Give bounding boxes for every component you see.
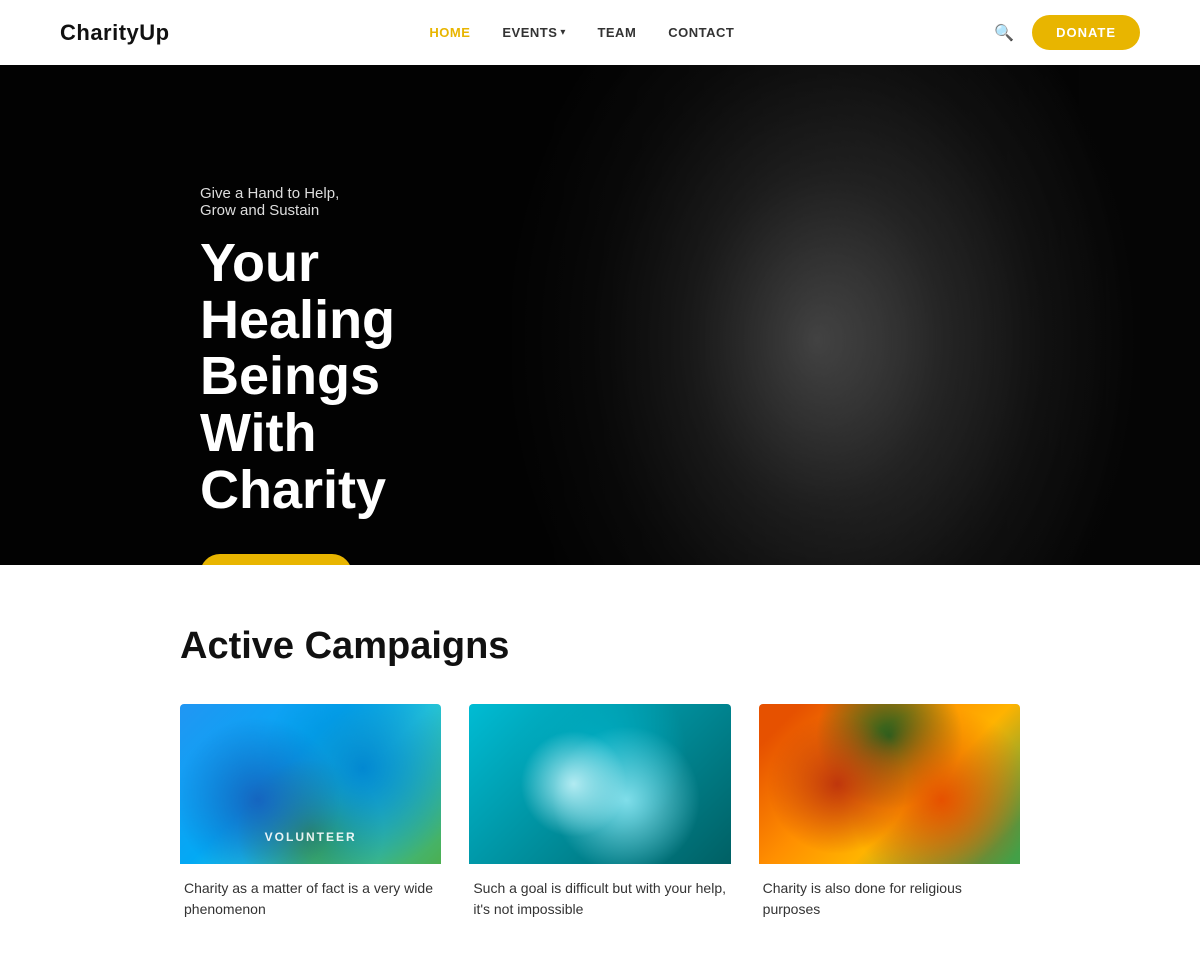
nav-link-contact[interactable]: CONTACT	[668, 25, 734, 40]
nav-item-contact[interactable]: CONTACT	[668, 24, 734, 42]
nav-item-team[interactable]: TEAM	[597, 24, 636, 42]
hero-content: Give a Hand to Help, Grow and Sustain Yo…	[0, 65, 560, 565]
nav-link-home[interactable]: HOME	[429, 25, 470, 40]
nav-item-events[interactable]: EVENTS ▾	[502, 25, 565, 40]
hero-title: Your Healing Beings With Charity	[200, 235, 360, 518]
navbar: CharityUp HOME EVENTS ▾ TEAM CONTACT 🔍 D…	[0, 0, 1200, 65]
campaign-image-3	[759, 704, 1020, 864]
campaign-desc-3: Charity is also done for religious purpo…	[763, 878, 1016, 920]
chevron-down-icon: ▾	[560, 27, 565, 38]
campaign-card-3[interactable]: Charity is also done for religious purpo…	[759, 704, 1020, 926]
nav-item-home[interactable]: HOME	[429, 24, 470, 42]
campaigns-grid: Charity as a matter of fact is a very wi…	[180, 704, 1020, 926]
campaign-image-2	[469, 704, 730, 864]
hero-section: Give a Hand to Help, Grow and Sustain Yo…	[0, 65, 1200, 565]
campaigns-title: Active Campaigns	[180, 625, 1020, 668]
nav-menu: HOME EVENTS ▾ TEAM CONTACT	[429, 24, 734, 42]
campaign-text-2: Such a goal is difficult but with your h…	[469, 864, 730, 926]
donate-button[interactable]: DONATE	[1032, 15, 1140, 50]
campaign-card-2[interactable]: Such a goal is difficult but with your h…	[469, 704, 730, 926]
brand-logo[interactable]: CharityUp	[60, 20, 170, 46]
campaign-text-1: Charity as a matter of fact is a very wi…	[180, 864, 441, 926]
campaign-desc-2: Such a goal is difficult but with your h…	[473, 878, 726, 920]
learn-more-button[interactable]: LEARN MORE	[200, 554, 352, 565]
nav-right: 🔍 DONATE	[994, 15, 1140, 50]
hero-subtitle: Give a Hand to Help, Grow and Sustain	[200, 185, 360, 219]
campaign-image-1	[180, 704, 441, 864]
campaign-text-3: Charity is also done for religious purpo…	[759, 864, 1020, 926]
campaigns-section: Active Campaigns Charity as a matter of …	[0, 565, 1200, 966]
nav-link-team[interactable]: TEAM	[597, 25, 636, 40]
nav-link-events[interactable]: EVENTS	[502, 25, 557, 40]
campaign-desc-1: Charity as a matter of fact is a very wi…	[184, 878, 437, 920]
campaign-card-1[interactable]: Charity as a matter of fact is a very wi…	[180, 704, 441, 926]
search-icon[interactable]: 🔍	[994, 23, 1014, 43]
